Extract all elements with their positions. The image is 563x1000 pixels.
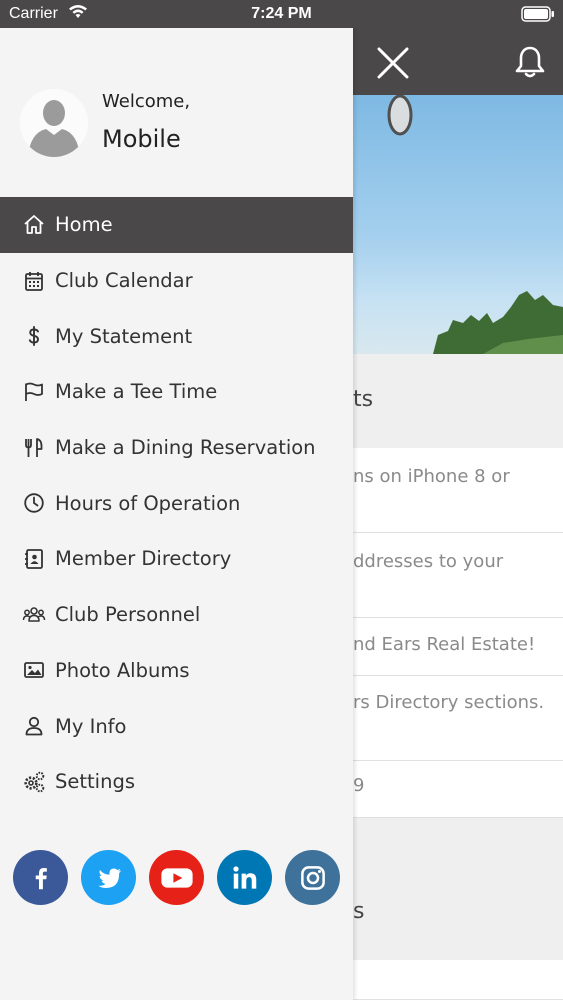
user-icon [25, 716, 43, 736]
section-heading-fragment: ts [353, 387, 374, 412]
youtube-button[interactable] [149, 850, 204, 905]
list-item[interactable]: nd Ears Real Estate! [353, 618, 563, 676]
menu-item-label: Photo Albums [55, 658, 190, 682]
cogs-icon [24, 771, 45, 793]
flag-icon [25, 382, 43, 401]
menu-item-label: Make a Dining Reservation [55, 436, 316, 460]
twitter-icon [97, 868, 121, 888]
menu-item-tee-time[interactable]: Make a Tee Time [0, 364, 353, 420]
menu-item-label: My Info [55, 714, 127, 738]
utensils-icon [25, 437, 43, 457]
image-icon [24, 662, 44, 679]
section-header: ts [353, 354, 563, 448]
hero-image [353, 95, 563, 354]
navigation-drawer: Welcome, Mobile Home Club Calendar My St… [0, 28, 353, 1000]
clock-icon [24, 493, 44, 513]
menu-item-label: Settings [55, 770, 135, 794]
welcome-text: Welcome, [102, 91, 191, 112]
youtube-icon [160, 867, 193, 888]
user-name: Mobile [102, 125, 181, 153]
menu-item-club-calendar[interactable]: Club Calendar [0, 253, 353, 309]
section-header: s [353, 818, 563, 960]
menu-item-club-personnel[interactable]: Club Personnel [0, 587, 353, 643]
menu-item-label: My Statement [55, 324, 193, 348]
avatar [20, 89, 88, 157]
profile-header: Welcome, Mobile [0, 28, 353, 197]
menu-item-photo-albums[interactable]: Photo Albums [0, 643, 353, 699]
facebook-icon [35, 867, 47, 889]
menu-item-my-statement[interactable]: My Statement [0, 308, 353, 364]
dollar-icon [28, 326, 39, 347]
social-links [13, 850, 340, 905]
close-icon[interactable] [376, 46, 410, 80]
home-icon [24, 214, 44, 234]
users-icon [22, 606, 46, 622]
menu-item-label: Member Directory [55, 547, 232, 571]
list-item[interactable] [353, 960, 563, 1000]
instagram-button[interactable] [285, 850, 340, 905]
twitter-button[interactable] [81, 850, 136, 905]
menu-item-label: Home [55, 213, 113, 237]
list-item[interactable]: rs Directory sections. [353, 676, 563, 761]
battery-icon [521, 6, 554, 22]
list-item[interactable]: ddresses to your [353, 533, 563, 618]
menu-item-label: Club Calendar [55, 269, 193, 293]
menu-item-member-directory[interactable]: Member Directory [0, 531, 353, 587]
menu-item-my-info[interactable]: My Info [0, 698, 353, 754]
status-bar: Carrier 7:24 PM [0, 0, 563, 28]
clock-time: 7:24 PM [251, 5, 312, 22]
menu-item-home[interactable]: Home [0, 197, 353, 253]
section-heading-fragment: s [353, 899, 365, 924]
menu-item-hours-of-operation[interactable]: Hours of Operation [0, 475, 353, 531]
linkedin-button[interactable] [217, 850, 272, 905]
menu-item-settings[interactable]: Settings [0, 754, 353, 810]
menu-item-label: Make a Tee Time [55, 380, 218, 404]
default-user-icon [20, 89, 88, 157]
hero-landscape-image [387, 95, 563, 354]
menu-item-dining-reservation[interactable]: Make a Dining Reservation [0, 420, 353, 476]
drawer-menu: Home Club Calendar My Statement Make a T… [0, 197, 353, 810]
list-item[interactable]: 9 [353, 761, 563, 818]
linkedin-icon [232, 865, 256, 889]
calendar-icon [25, 271, 43, 291]
menu-item-label: Club Personnel [55, 603, 201, 627]
contact-book-icon [25, 549, 43, 569]
instagram-icon [300, 865, 325, 890]
notification-bell-icon[interactable] [514, 45, 546, 79]
list-item[interactable]: ns on iPhone 8 or [353, 448, 563, 533]
menu-item-label: Hours of Operation [55, 491, 241, 515]
facebook-button[interactable] [13, 850, 68, 905]
